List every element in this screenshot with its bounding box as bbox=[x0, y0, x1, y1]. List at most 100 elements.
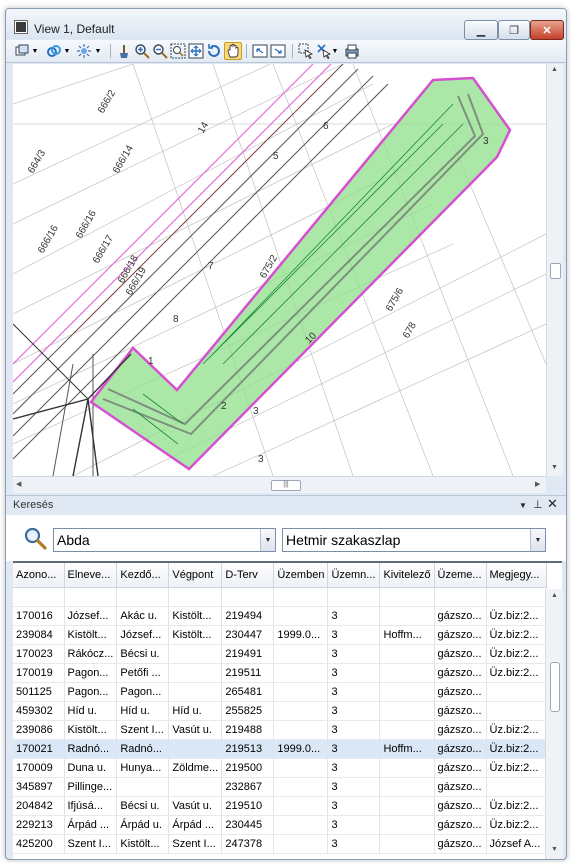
zoom-out-button[interactable] bbox=[152, 43, 168, 59]
table-cell bbox=[379, 796, 435, 816]
brush-button[interactable] bbox=[116, 43, 132, 59]
table-cell: Kistölt... bbox=[168, 625, 223, 645]
chevron-down-icon[interactable]: ▼ bbox=[530, 529, 545, 551]
column-header[interactable]: Üzeme... bbox=[434, 563, 487, 588]
table-row[interactable]: 459302 Híd u. Híd u. Híd u. 255825 3 gázszo... bbox=[13, 701, 547, 721]
search-controls: Abda ▼ Hetmir szakaszlap ▼ bbox=[6, 515, 566, 561]
table-vertical-scrollbar[interactable]: ▲ ▼ bbox=[545, 589, 563, 859]
next-view-button[interactable] bbox=[270, 43, 286, 59]
map-vertical-scrollbar[interactable]: ▲ ▼ bbox=[546, 64, 563, 476]
table-row[interactable]: 425200 Szent I... Kistölt... Szent I... 2473… bbox=[13, 834, 547, 854]
table-cell: gázszo... bbox=[434, 834, 487, 854]
fit-view-button[interactable] bbox=[188, 43, 204, 59]
table-cell: 239084 bbox=[13, 625, 65, 645]
link-button[interactable] bbox=[46, 43, 62, 59]
highlight-dropdown[interactable]: ▼ bbox=[93, 43, 103, 59]
scroll-down-icon[interactable]: ▼ bbox=[551, 846, 558, 853]
column-header[interactable]: Üzemben bbox=[273, 563, 329, 588]
zoom-in-button[interactable] bbox=[134, 43, 150, 59]
table-row[interactable]: 170021 Radnó... Radnó... 219513 1999.0... 3 Ho… bbox=[13, 739, 547, 759]
map-horizontal-scrollbar[interactable]: ◀ ||| ▶ bbox=[13, 476, 546, 493]
map-toolbar: ▼ ▼ ▼ ▼ bbox=[6, 40, 566, 63]
table-row[interactable]: 170019 Pagon... Petőfi ... 219511 3 gázszo...… bbox=[13, 663, 547, 683]
table-cell: 3 bbox=[327, 625, 381, 645]
filter-row[interactable] bbox=[13, 587, 547, 607]
table-row[interactable]: 229213 Árpád ... Árpád u. Árpád ... 230445 3 g… bbox=[13, 815, 547, 835]
table-cell: 3 bbox=[327, 777, 381, 797]
chevron-down-icon[interactable]: ▼ bbox=[260, 529, 275, 551]
parcel-label: 6 bbox=[323, 121, 329, 132]
parcel-label: 3 bbox=[253, 406, 259, 417]
table-cell: 255825 bbox=[221, 701, 275, 721]
column-header[interactable]: Üzemn... bbox=[327, 563, 381, 588]
table-cell: 3 bbox=[327, 663, 381, 683]
table-cell: gázszo... bbox=[434, 758, 487, 778]
table-cell: Kistölt... bbox=[64, 720, 118, 740]
link-dropdown[interactable]: ▼ bbox=[62, 43, 72, 59]
table-cell: Üz.biz:2... bbox=[486, 815, 547, 835]
pan-button[interactable] bbox=[224, 42, 242, 60]
highlight-button[interactable] bbox=[76, 43, 92, 59]
table-cell: Vasút u. bbox=[168, 796, 223, 816]
table-row[interactable]: 239084 Kistölt... József... Kistölt... 23044… bbox=[13, 625, 547, 645]
minimize-button[interactable]: ▁ bbox=[464, 20, 498, 40]
close-panel-icon[interactable]: ✕ bbox=[547, 496, 558, 512]
identify-dropdown[interactable]: ▼ bbox=[330, 43, 340, 59]
layers-dropdown[interactable]: ▼ bbox=[30, 43, 40, 59]
table-cell: József A... bbox=[486, 834, 547, 854]
table-cell: gázszo... bbox=[434, 701, 487, 721]
hand-icon bbox=[227, 43, 239, 58]
table-row[interactable]: 345897 Pillinge... 232867 3 gázszo... bbox=[13, 777, 547, 797]
column-header[interactable]: Kivitelező bbox=[379, 563, 435, 588]
results-table: Azono... Elneve... Kezdő... Végpont D-Terv Üz… bbox=[13, 563, 547, 854]
settlement-select-value: Abda bbox=[57, 532, 90, 548]
column-header[interactable]: Kezdő... bbox=[116, 563, 170, 588]
table-row[interactable]: 239086 Kistölt... Szent I... Vasút u. 219488… bbox=[13, 720, 547, 740]
panel-menu-dropdown[interactable]: ▼ bbox=[519, 501, 527, 510]
layer-select[interactable]: Hetmir szakaszlap ▼ bbox=[282, 528, 546, 552]
scroll-up-icon[interactable]: ▲ bbox=[551, 592, 558, 599]
scroll-right-icon[interactable]: ▶ bbox=[535, 480, 540, 488]
window-title: View 1, Default bbox=[34, 22, 115, 36]
select-icon bbox=[298, 43, 313, 59]
column-header[interactable]: Azono... bbox=[13, 563, 65, 588]
zoom-window-button[interactable] bbox=[170, 43, 186, 59]
table-cell: Üz.biz:2... bbox=[486, 644, 547, 664]
table-cell: 1999.0... bbox=[273, 625, 329, 645]
column-header[interactable]: Megjegy... bbox=[486, 563, 547, 588]
column-header[interactable]: Végpont bbox=[168, 563, 223, 588]
maximize-button[interactable]: ❐ bbox=[498, 20, 530, 40]
layers-button[interactable] bbox=[14, 43, 30, 59]
table-cell: 3 bbox=[327, 682, 381, 702]
table-cell bbox=[379, 644, 435, 664]
table-row[interactable]: 170023 Rákócz... Bécsi u. 219491 3 gázszo... Ü… bbox=[13, 644, 547, 664]
previous-view-button[interactable] bbox=[252, 43, 268, 59]
table-cell bbox=[273, 663, 329, 683]
pin-icon[interactable]: ⊥ bbox=[533, 498, 543, 511]
scroll-down-icon[interactable]: ▼ bbox=[551, 464, 558, 471]
parcel-label: 664/3 bbox=[26, 148, 48, 176]
scroll-up-icon[interactable]: ▲ bbox=[551, 66, 558, 73]
table-cell: Vasút u. bbox=[168, 720, 223, 740]
table-cell: 219494 bbox=[221, 606, 275, 626]
rotate-button[interactable] bbox=[206, 43, 222, 59]
table-cell: 229213 bbox=[13, 815, 65, 835]
settlement-select[interactable]: Abda ▼ bbox=[53, 528, 276, 552]
table-row[interactable]: 501125 Pagon... Pagon... 265481 3 gázszo... bbox=[13, 682, 547, 702]
parcel-label: 7 bbox=[208, 261, 214, 272]
select-button[interactable] bbox=[298, 43, 314, 59]
close-button[interactable]: ✕ bbox=[530, 20, 564, 40]
table-cell: Üz.biz:2... bbox=[486, 739, 547, 759]
table-row[interactable]: 170009 Duna u. Hunya... Zöldme... 219500 3 gáz… bbox=[13, 758, 547, 778]
map-vertical-scroll-thumb[interactable] bbox=[550, 263, 561, 279]
map-canvas[interactable]: 666/2 666/14 666/16 666/16 666/17 666/18… bbox=[13, 64, 546, 476]
column-header[interactable]: D-Terv bbox=[221, 563, 275, 588]
table-row[interactable]: 204842 Ifjúsá... Bécsi u. Vasút u. 219510 3 gá… bbox=[13, 796, 547, 816]
table-cell bbox=[379, 720, 435, 740]
print-button[interactable] bbox=[344, 43, 360, 59]
column-header[interactable]: Elneve... bbox=[64, 563, 118, 588]
scroll-left-icon[interactable]: ◀ bbox=[16, 480, 21, 488]
map-horizontal-scroll-thumb[interactable]: ||| bbox=[271, 480, 301, 491]
table-vertical-scroll-thumb[interactable] bbox=[550, 662, 560, 712]
table-row[interactable]: 170016 József... Akác u. Kistölt... 219494 3 g… bbox=[13, 606, 547, 626]
